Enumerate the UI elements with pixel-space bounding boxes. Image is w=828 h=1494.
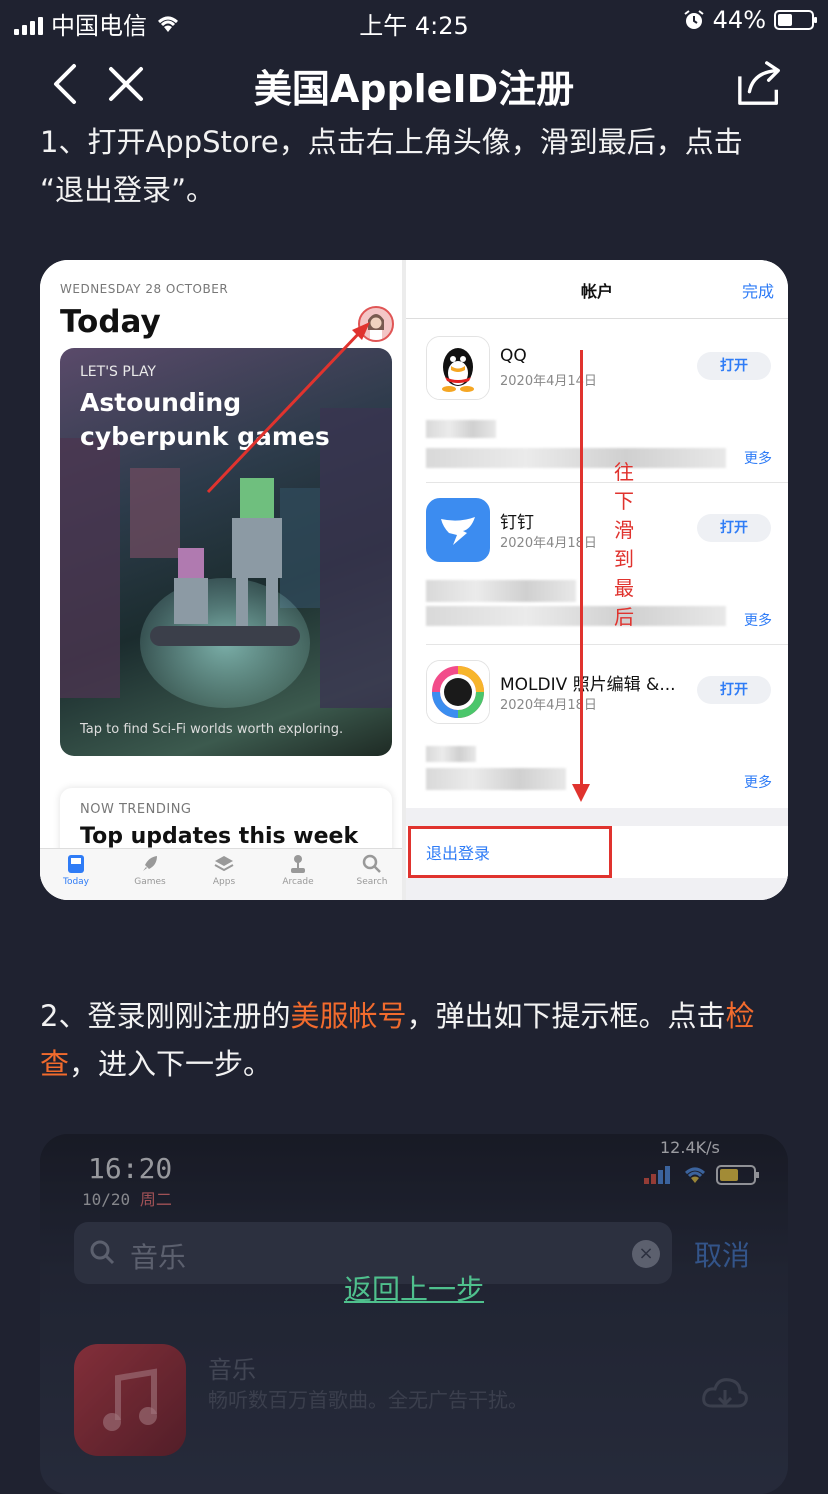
share-icon (738, 61, 780, 105)
share-button[interactable] (736, 60, 784, 108)
step2-line1: 2、登录刚刚注册的美服帐号，弹出如下提示框。点击检 (40, 999, 755, 1033)
battery-icon (774, 10, 817, 30)
avatar-pointer-arrow (206, 322, 370, 494)
step2-line2: 查，进入下一步。 (40, 1047, 273, 1081)
step1-text: 1、打开AppStore，点击右上角头像，滑到最后，点击 “退出登录”。 (40, 118, 788, 214)
step1-screenshot: WEDNESDAY 28 OCTOBER Today LET'S PLAY As… (40, 260, 788, 900)
battery-percent: 44% (712, 6, 766, 34)
step2-text: 2、登录刚刚注册的美服帐号，弹出如下提示框。点击检 查，进入下一步。 (40, 992, 788, 1088)
nav-bar: 美国AppleID注册 (0, 52, 828, 116)
status-bar: 中国电信 上午 4:25 44% (0, 0, 828, 44)
step1-line2: “退出登录”。 (40, 173, 216, 207)
us-account-highlight: 美服帐号 (290, 999, 407, 1033)
step2-screenshot: 16:20 10/20 周二 12.4K/s 音乐 × 取消 音乐 畅听数百万首… (40, 1134, 788, 1494)
alarm-icon (684, 10, 704, 29)
step1-line1: 1、打开AppStore，点击右上角头像，滑到最后，点击 (40, 125, 743, 159)
back-step-link[interactable]: 返回上一步 (40, 1268, 788, 1308)
page-title: 美国AppleID注册 (253, 67, 575, 111)
